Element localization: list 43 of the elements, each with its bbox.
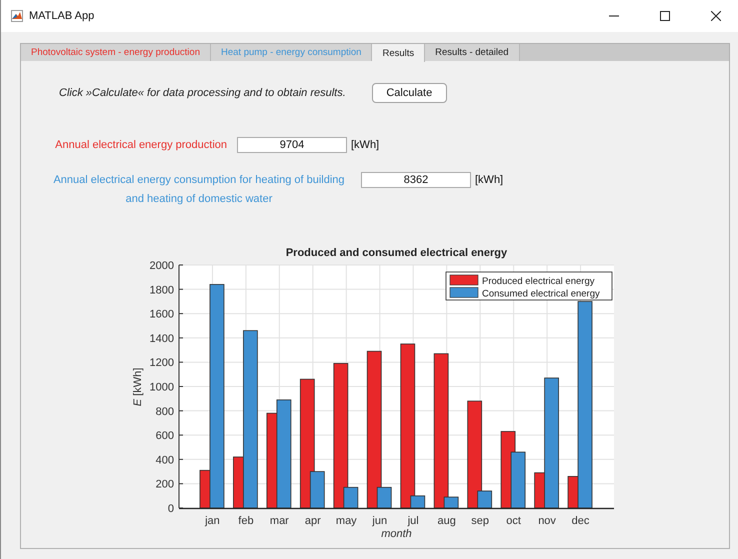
y-tick-label: 400 xyxy=(156,454,174,466)
x-tick-label: mar xyxy=(270,515,289,527)
y-tick-label: 1600 xyxy=(150,308,174,321)
x-tick-label: feb xyxy=(238,515,254,527)
y-tick-label: 800 xyxy=(156,406,174,418)
bar xyxy=(510,452,526,508)
x-tick-label: jun xyxy=(372,515,388,527)
x-tick-label: aug xyxy=(438,515,456,527)
chart-title: Produced and consumed electrical energy xyxy=(286,247,508,259)
y-tick-label: 0 xyxy=(168,503,174,515)
x-tick-label: sep xyxy=(471,515,490,527)
result-field[interactable]: 9704 xyxy=(237,137,347,153)
x-tick-label: may xyxy=(336,515,357,527)
x-axis-label: month xyxy=(381,528,412,540)
window-title: MATLAB App xyxy=(29,10,96,22)
x-tick-label: jul xyxy=(408,515,419,527)
close-icon[interactable] xyxy=(710,11,720,21)
legend-label: Consumed electrical energy xyxy=(482,288,600,300)
tab[interactable]: Results - detailed xyxy=(425,44,520,61)
y-axis-label: E [kWh] xyxy=(132,366,145,408)
x-tick-label: oct xyxy=(506,515,521,527)
app-logo-icon xyxy=(11,10,23,22)
y-tick-label: 1800 xyxy=(150,284,174,296)
y-tick-label: 1000 xyxy=(150,382,174,394)
x-tick-label: nov xyxy=(538,515,556,527)
result-field[interactable]: 8362 xyxy=(361,172,471,188)
result-label: Annual electrical energy production xyxy=(54,138,227,153)
x-tick-label: jan xyxy=(205,515,220,527)
instruction-text: Click »Calculate« for data processing and to obtain results. xyxy=(59,87,346,99)
calculate-button[interactable]: Calculate xyxy=(372,83,447,103)
x-tick-label: apr xyxy=(304,515,321,527)
y-tick-label: 200 xyxy=(156,478,174,491)
tab[interactable]: Results xyxy=(372,44,426,62)
y-tick-label: 1400 xyxy=(150,332,174,345)
maximize-icon[interactable] xyxy=(660,11,670,21)
unit-label: [kWh] xyxy=(351,138,380,153)
legend-label: Produced electrical energy xyxy=(482,276,595,287)
result-label: Annual electrical energy consumption for heating of building and heating of domestic water xyxy=(52,173,346,207)
y-tick-label: 600 xyxy=(156,430,174,442)
y-tick-label: 1200 xyxy=(150,357,174,370)
x-tick-label: dec xyxy=(572,515,590,527)
unit-label: [kWh] xyxy=(475,173,504,188)
y-tick-label: 2000 xyxy=(150,260,174,272)
